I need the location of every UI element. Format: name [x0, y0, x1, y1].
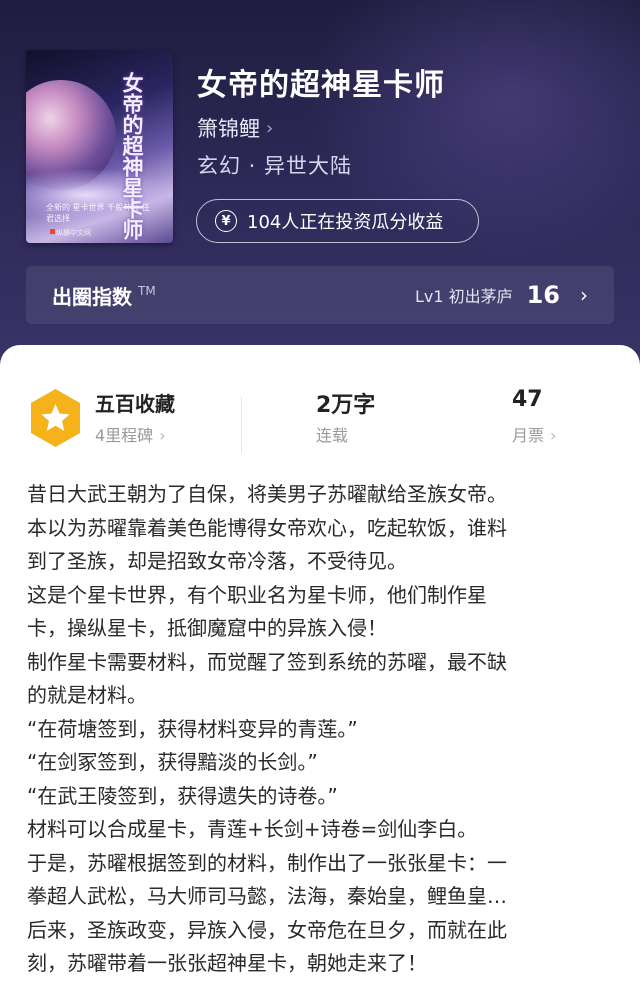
synopsis-line: 到了圣族，却是招致女帝冷落，不受待见。 [27, 549, 407, 573]
popularity-score: 16 [526, 281, 560, 309]
synopsis-line: “在武王陵签到，获得遗失的诗卷。” [27, 783, 338, 808]
monthly-votes-count: 47 [512, 387, 543, 412]
synopsis-line: “在荷塘签到，获得材料变异的青莲。” [27, 716, 358, 741]
book-genre[interactable]: 玄幻 · 异世大陆 [197, 150, 352, 180]
synopsis-line: 这是个星卡世界，有个职业名为星卡师，他们制作星 [27, 582, 487, 607]
milestone-link[interactable]: 4里程碑 › [95, 422, 166, 446]
book-cover[interactable]: 女帝的超神星卡师 全新的 星卡世界 千般神兵 任君选择 纵横中文网 [26, 50, 173, 243]
trademark-mark: TM [138, 284, 156, 298]
monthly-votes-link[interactable]: 月票 › [512, 422, 556, 446]
invest-button[interactable]: ¥ 104人正在投资瓜分收益 [196, 199, 479, 243]
synopsis-line: 本以为苏曜靠着美色能博得女帝欢心，吃起软饭，谁料 [27, 515, 507, 540]
serial-status: 连载 [316, 426, 349, 445]
milestone-title[interactable]: 五百收藏 [95, 388, 175, 417]
synopsis-line: 于是，苏曜根据签到的材料，制作出了一张张星卡：一 [27, 850, 507, 875]
synopsis-line: 制作星卡需要材料，而觉醒了签到系统的苏曜，最不缺 [27, 649, 507, 674]
popularity-title: 出圈指数 [52, 284, 132, 309]
author-link[interactable]: 箫锦鲤 › [197, 113, 273, 143]
detail-sheet: 五百收藏 4里程碑 › 2万字 连载 47 月票 › 昔日大武王朝为了自保，将美男子… [0, 345, 640, 985]
book-header: 女帝的超神星卡师 全新的 星卡世界 千般神兵 任君选择 纵横中文网 女帝的超神星… [0, 0, 640, 380]
chevron-right-icon: › [159, 426, 166, 445]
chevron-right-icon: › [550, 426, 557, 445]
synopsis-line: 的就是材料。 [27, 683, 147, 707]
synopsis-line: 刻，苏曜带着一张张超神星卡，朝她走来了！ [27, 951, 427, 975]
synopsis-line: 材料可以合成星卡，青莲+长剑+诗卷=剑仙李白。 [27, 817, 478, 841]
book-title: 女帝的超神星卡师 [197, 68, 445, 103]
synopsis-line: “在剑冢签到，获得黯淡的长剑。” [27, 750, 318, 774]
synopsis-line: 卡，操纵星卡，抵御魔窟中的异族入侵！ [27, 616, 387, 640]
monthly-votes-label: 月票 [512, 426, 545, 445]
popularity-index-bar[interactable]: 出圈指数 TM Lv1 初出茅庐 16 › [26, 266, 614, 324]
chevron-right-icon: › [580, 283, 588, 307]
yen-icon: ¥ [215, 210, 237, 232]
cover-tagline: 全新的 星卡世界 千般神兵 任君选择 [46, 203, 150, 223]
synopsis-line: 昔日大武王朝为了自保，将美男子苏曜献给圣族女帝。 [27, 482, 507, 506]
invest-label: 104人正在投资瓜分收益 [247, 212, 444, 233]
cover-publisher: 纵横中文网 [56, 229, 91, 237]
publisher-logo-icon [50, 229, 55, 234]
milestone-count: 4里程碑 [95, 426, 154, 445]
synopsis-line: 后来，圣族政变，异族入侵，女帝危在旦夕，而就在此 [27, 917, 507, 942]
stats-row: 五百收藏 4里程碑 › 2万字 连载 47 月票 › [0, 365, 640, 453]
author-name: 箫锦鲤 [197, 117, 260, 141]
chevron-right-icon: › [266, 117, 274, 139]
word-count: 2万字 [316, 393, 376, 418]
synopsis[interactable]: 昔日大武王朝为了自保，将美男子苏曜献给圣族女帝。 本以为苏曜靠着美色能博得女帝欢… [27, 478, 617, 981]
milestone-badge-icon [31, 389, 80, 447]
stats-divider [241, 397, 242, 453]
popularity-level: Lv1 初出茅庐 [414, 287, 513, 306]
synopsis-line: 拳超人武松，马大师司马懿，法海，秦始皇，鲤鱼皇… [27, 884, 507, 908]
